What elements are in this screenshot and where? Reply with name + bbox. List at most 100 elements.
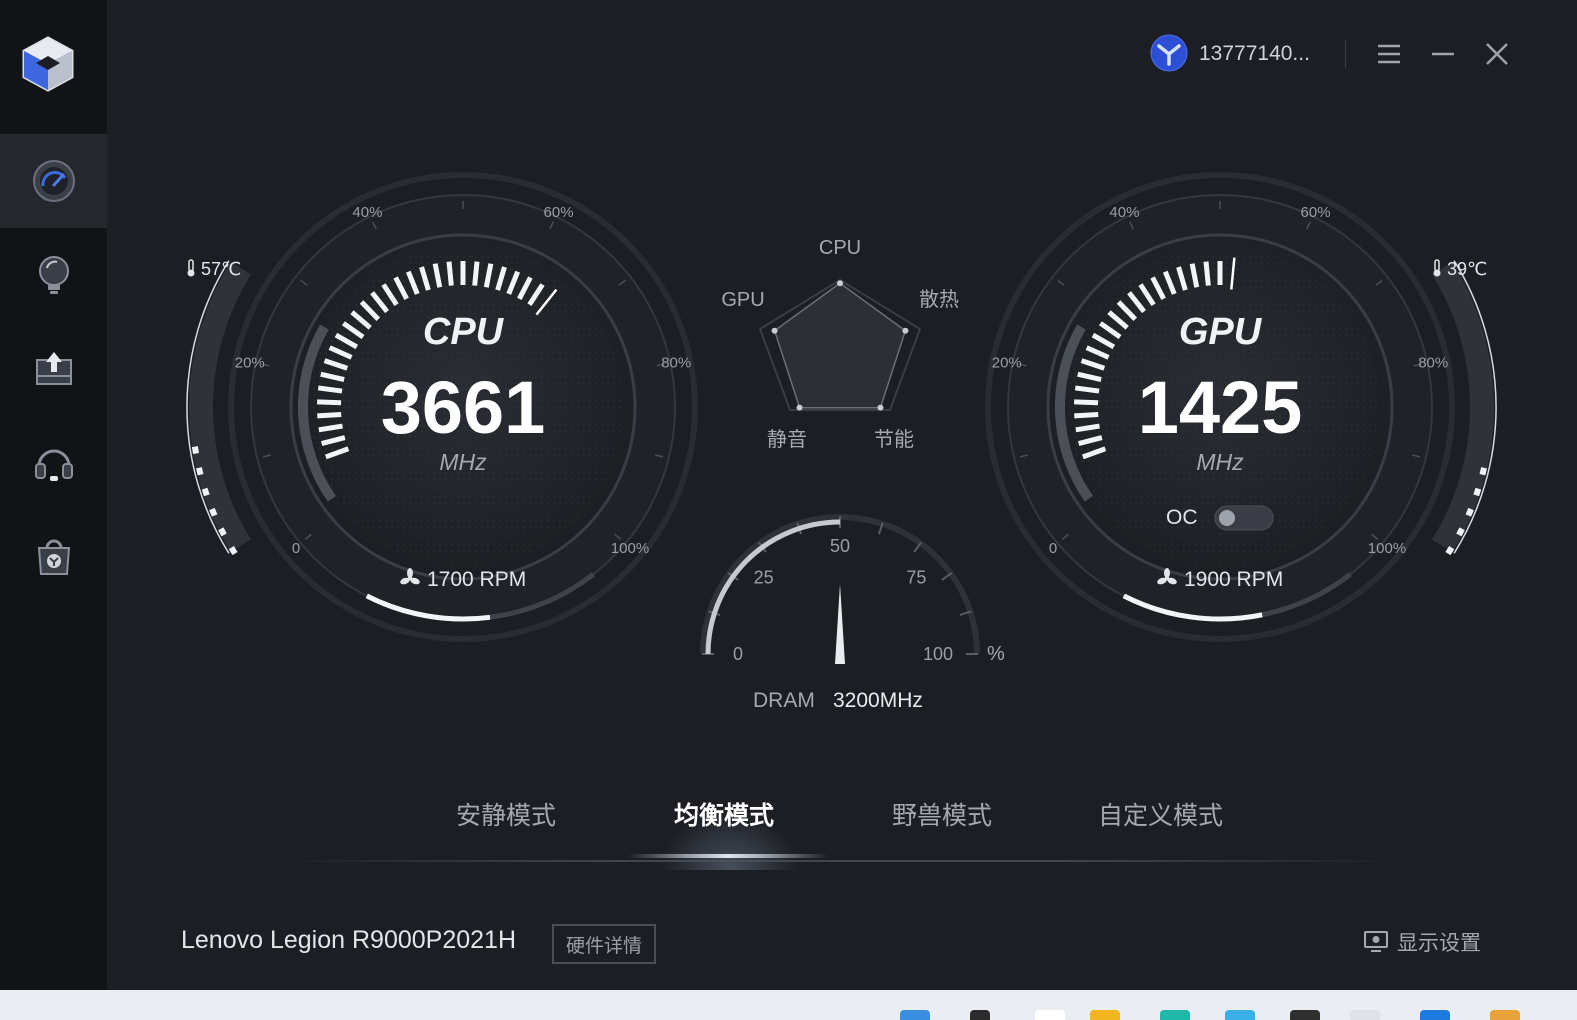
- taskbar-icon[interactable]: [1035, 1010, 1065, 1020]
- performance-radar: CPU 散热 节能 静音 GPU: [721, 237, 959, 451]
- menu-icon[interactable]: [1373, 38, 1405, 70]
- cpu-temperature: 57℃: [201, 259, 241, 279]
- cpu-fan-speed: 1700 RPM: [427, 568, 526, 591]
- sidebar-item-lighting[interactable]: [0, 228, 107, 322]
- thermometer-icon: [187, 259, 195, 277]
- taskbar-icon[interactable]: [1160, 1010, 1190, 1020]
- radar-label-gpu: GPU: [721, 289, 764, 311]
- taskbar-icon[interactable]: [900, 1010, 930, 1020]
- gauge-tick-label: 20%: [992, 355, 1022, 372]
- dram-usage-arc: [705, 519, 841, 655]
- radar-label-cpu: CPU: [819, 237, 861, 259]
- os-taskbar: [0, 990, 1577, 1020]
- load-segment: [1074, 385, 1100, 394]
- upload-icon: [35, 352, 72, 385]
- sidebar-item-upgrade[interactable]: [0, 322, 107, 416]
- gauge-tick-label: 0: [292, 540, 300, 557]
- window-header: 13777140...: [1145, 30, 1525, 78]
- dram-tick-label: 25: [754, 568, 774, 588]
- temperature-track: [189, 261, 251, 553]
- tab-balanced-mode[interactable]: 均衡模式: [674, 796, 774, 832]
- cpu-gauge: 020%40% 60%80%100% CPU 3661 MHz 1700 RPM …: [186, 172, 698, 642]
- taskbar-icon[interactable]: [1420, 1010, 1450, 1020]
- radar-value-shape: [773, 282, 907, 409]
- speedometer-icon: [32, 160, 75, 202]
- radar-point: [771, 327, 778, 334]
- gauge-tick-label: 100%: [611, 540, 649, 557]
- load-segment: [317, 399, 342, 406]
- load-segment: [317, 385, 343, 394]
- sidebar-item-support[interactable]: [0, 416, 107, 510]
- dram-gauge: 0 25 50 75 100 % DRAM 3200MHz: [700, 514, 1005, 712]
- tab-custom-mode[interactable]: 自定义模式: [1098, 796, 1223, 832]
- radar-point: [902, 327, 909, 334]
- oc-label: OC: [1166, 506, 1198, 529]
- dram-label: DRAM: [753, 689, 815, 712]
- mode-tabs-baseline: [280, 860, 1400, 862]
- gpu-gauge-title: GPU: [1179, 311, 1263, 353]
- active-tab-indicator: [628, 854, 828, 858]
- gauge-tick-label: 20%: [235, 355, 265, 372]
- radar-point: [877, 404, 884, 411]
- sidebar-item-store[interactable]: [0, 510, 107, 604]
- dram-tick-label: 100: [923, 644, 953, 664]
- load-segment: [1074, 411, 1099, 419]
- cpu-gauge-unit: MHz: [439, 449, 487, 475]
- gauge-tick-label: 0: [1049, 540, 1057, 557]
- taskbar-icon[interactable]: [1350, 1010, 1380, 1020]
- gpu-gauge: 0 20% 40% 60% 80% 100% GPU 1425 MHz OC 1900 R…: [985, 172, 1497, 642]
- dram-unit: %: [987, 643, 1005, 665]
- gpu-fan-speed: 1900 RPM: [1184, 568, 1283, 591]
- taskbar-icon[interactable]: [1225, 1010, 1255, 1020]
- temperature-segment: [1473, 487, 1482, 497]
- taskbar-icon[interactable]: [1490, 1010, 1520, 1020]
- temperature-track: [1432, 261, 1494, 553]
- temperature-segment: [1445, 546, 1455, 556]
- gauge-tick-label: 80%: [1418, 355, 1448, 372]
- gpu-gauge-value: 1425: [1138, 366, 1303, 449]
- dram-tick-label: 50: [830, 536, 850, 556]
- gpu-gauge-unit: MHz: [1196, 449, 1244, 475]
- temperature-segment: [209, 507, 218, 517]
- app-window: 13777140... 0 20% 40% 60% 80% 100% CPU 3…: [0, 0, 1577, 998]
- display-settings-label: 显示设置: [1397, 932, 1481, 955]
- mode-tabs: 安静模式 均衡模式 野兽模式 自定义模式: [280, 780, 1400, 870]
- lightbulb-icon: [38, 256, 69, 294]
- temperature-segment: [1465, 507, 1474, 517]
- gpu-temperature: 39℃: [1447, 259, 1487, 279]
- tab-quiet-mode[interactable]: 安静模式: [456, 796, 556, 832]
- radar-point: [837, 280, 843, 287]
- taskbar-icon[interactable]: [1290, 1010, 1320, 1020]
- dram-frequency: 3200MHz: [833, 689, 923, 712]
- close-icon[interactable]: [1481, 38, 1513, 70]
- taskbar-icon[interactable]: [1090, 1010, 1120, 1020]
- temperature-segment: [1479, 467, 1488, 476]
- display-settings-button[interactable]: 显示设置: [1363, 926, 1481, 958]
- gauge-tick-label: 60%: [544, 204, 574, 221]
- sidebar-item-performance[interactable]: [0, 134, 107, 228]
- taskbar-icon[interactable]: [970, 1010, 990, 1020]
- gauge-tick-label: 100%: [1368, 540, 1406, 557]
- shopping-bag-icon: [37, 539, 70, 575]
- monitor-settings-icon: [1364, 931, 1388, 952]
- radar-label-cooling: 散热: [919, 288, 959, 311]
- user-avatar[interactable]: [1150, 34, 1188, 72]
- performance-panel: 020%40% 60%80%100% CPU 3661 MHz 1700 RPM …: [186, 172, 1497, 712]
- oc-toggle[interactable]: [1214, 505, 1274, 531]
- thermometer-icon: [1433, 259, 1441, 277]
- cpu-gauge-title: CPU: [423, 311, 505, 353]
- gauge-tick-label: 80%: [661, 355, 691, 372]
- temperature-segment: [1456, 527, 1465, 537]
- load-segment: [317, 411, 342, 419]
- device-name: Lenovo Legion R9000P2021H: [181, 926, 516, 954]
- hardware-details-button[interactable]: 硬件详情: [552, 924, 656, 964]
- cpu-gauge-value: 3661: [381, 366, 546, 449]
- username[interactable]: 13777140...: [1199, 42, 1310, 66]
- load-segment: [446, 261, 454, 286]
- app-logo-icon: [22, 36, 74, 92]
- minimize-icon[interactable]: [1427, 38, 1459, 70]
- load-segment: [1074, 399, 1099, 406]
- dram-tick-label: 0: [733, 644, 743, 664]
- tab-beast-mode[interactable]: 野兽模式: [892, 796, 992, 832]
- temperature-segment: [228, 546, 238, 556]
